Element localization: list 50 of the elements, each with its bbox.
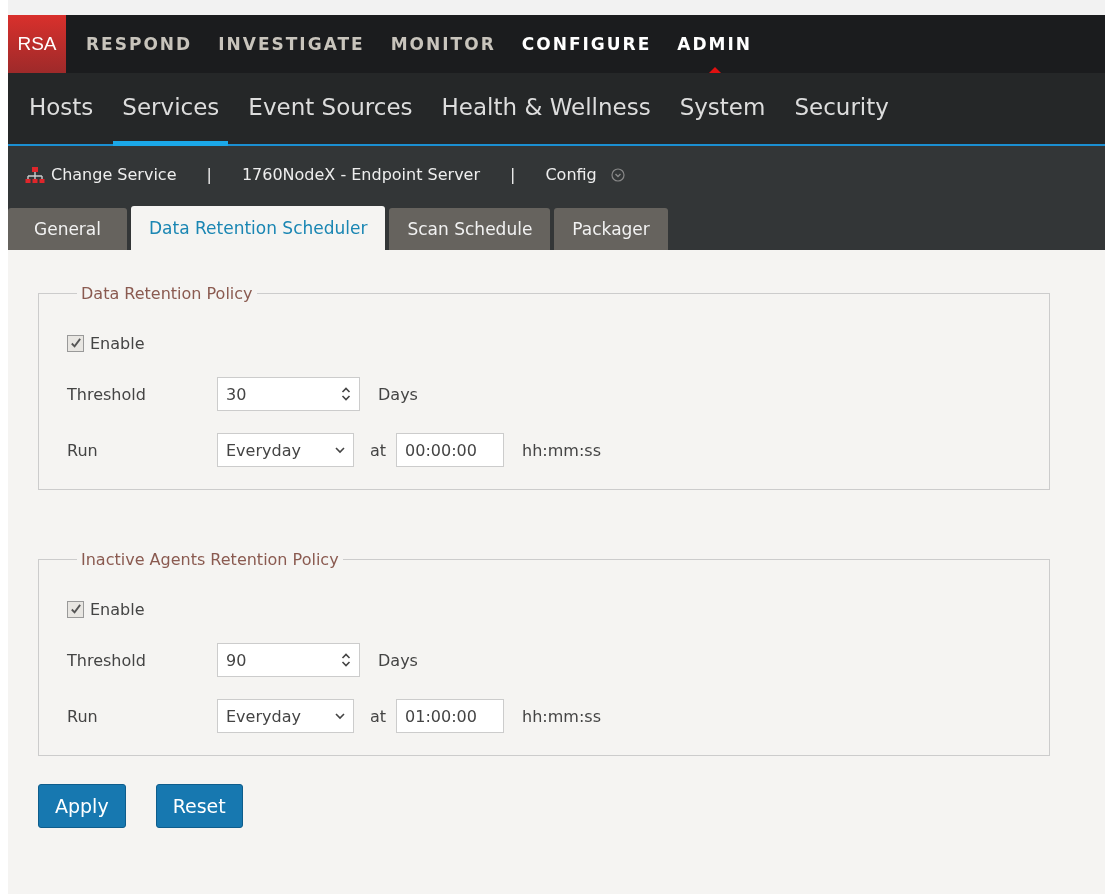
sub-nav-tab[interactable]: System: [670, 73, 775, 146]
action-button[interactable]: Reset: [155, 784, 243, 828]
frequency-select[interactable]: Everyday: [217, 433, 354, 467]
group-title: Inactive Agents Retention Policy: [80, 550, 340, 569]
separator: |: [510, 165, 516, 184]
view-menu[interactable]: Config: [545, 165, 597, 184]
tab[interactable]: Data Retention Scheduler: [131, 206, 386, 250]
tab[interactable]: Scan Schedule: [389, 208, 551, 250]
field-label: at: [370, 706, 387, 726]
unit-label: Days: [378, 650, 418, 670]
field-label: at: [370, 440, 387, 460]
spinner-arrows-icon[interactable]: [341, 653, 351, 667]
main-nav-item[interactable]: CONFIGURE: [521, 15, 652, 73]
chevron-down-icon[interactable]: [335, 446, 345, 454]
time-input[interactable]: 00:00:00: [396, 433, 505, 467]
change-service-link[interactable]: Change Service: [51, 165, 177, 184]
logo[interactable]: RSA: [8, 15, 66, 73]
number-input[interactable]: 90: [217, 643, 360, 677]
tab[interactable]: General: [8, 208, 127, 250]
network-icon: [25, 166, 45, 183]
format-hint: hh:mm:ss: [522, 440, 601, 460]
checkbox-label: Enable: [90, 333, 145, 353]
number-input[interactable]: 30: [217, 377, 360, 411]
tab[interactable]: Packager: [554, 208, 668, 250]
sub-nav-tab[interactable]: Security: [785, 73, 898, 146]
sub-nav-tab[interactable]: Health & Wellness: [432, 73, 660, 146]
unit-label: Days: [378, 384, 418, 404]
checkbox[interactable]: [67, 334, 84, 352]
field-label: Threshold: [67, 650, 147, 670]
spinner-arrows-icon[interactable]: [341, 387, 351, 401]
separator: |: [206, 165, 212, 184]
frequency-select[interactable]: Everyday: [217, 699, 354, 733]
chevron-down-icon[interactable]: [335, 712, 345, 720]
field-label: Run: [67, 706, 99, 726]
group-title: Data Retention Policy: [80, 284, 254, 303]
time-input[interactable]: 01:00:00: [396, 699, 505, 733]
service-name: 1760NodeX - Endpoint Server: [241, 165, 481, 184]
main-nav-item[interactable]: INVESTIGATE: [218, 15, 365, 73]
sub-nav-tab[interactable]: Hosts: [20, 73, 103, 146]
checkbox-label: Enable: [90, 599, 145, 619]
field-label: Run: [67, 440, 99, 460]
action-button[interactable]: Apply: [38, 784, 126, 828]
format-hint: hh:mm:ss: [522, 706, 601, 726]
main-nav-item[interactable]: MONITOR: [390, 15, 496, 73]
field-label: Threshold: [67, 384, 147, 404]
dropdown-icon[interactable]: [610, 167, 625, 182]
checkbox[interactable]: [67, 600, 84, 618]
main-nav-item[interactable]: RESPOND: [86, 15, 193, 73]
sub-nav-tab[interactable]: Event Sources: [239, 73, 422, 146]
main-nav-item[interactable]: ADMIN: [677, 15, 753, 73]
